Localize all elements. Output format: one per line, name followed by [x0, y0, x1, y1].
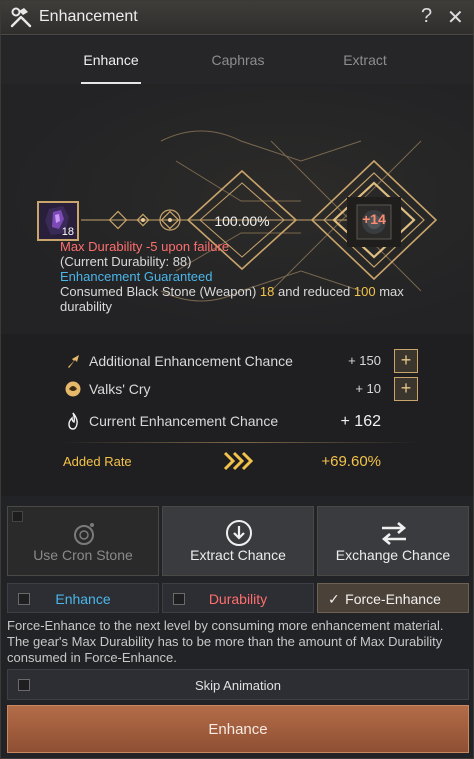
enhancement-info: Max Durability -5 upon failure (Current … [60, 239, 440, 314]
use-cron-stone-label: Use Cron Stone [33, 547, 133, 563]
enhancement-chance-panel: Additional Enhancement Chance + 150 + Va… [1, 334, 473, 496]
use-cron-stone-button[interactable]: Use Cron Stone [7, 506, 159, 576]
tab-enhance[interactable]: Enhance [56, 52, 166, 68]
triple-chevron-icon [223, 451, 254, 471]
add-valks-cry-button[interactable]: + [394, 377, 418, 401]
skip-animation-label: Skip Animation [195, 678, 281, 693]
enhance-button[interactable]: Enhance [7, 705, 469, 753]
valks-cry-row: Valks' Cry + 10 + [1, 376, 473, 402]
valks-cry-label: Valks' Cry [89, 381, 151, 397]
arrow-up-icon [68, 355, 79, 368]
extract-arrow-icon [226, 520, 252, 546]
divider [59, 442, 419, 443]
current-durability: (Current Durability: 88) [60, 254, 192, 269]
added-rate-value: +69.60% [321, 453, 381, 470]
stone-count: 18 [61, 226, 74, 238]
tab-extract[interactable]: Extract [310, 52, 420, 68]
black-stone-slot[interactable]: 18 [37, 201, 79, 241]
tab-caphras[interactable]: Caphras [183, 52, 293, 68]
skip-animation-toggle[interactable]: Skip Animation [7, 669, 469, 700]
window-title: Enhancement [39, 8, 138, 25]
extract-chance-button[interactable]: Extract Chance [162, 506, 314, 576]
exchange-chance-label: Exchange Chance [335, 547, 451, 563]
extract-chance-label: Extract Chance [190, 547, 286, 563]
current-chance-label: Current Enhancement Chance [89, 413, 279, 429]
hammer-wrench-icon [10, 7, 32, 28]
additional-chance-label: Additional Enhancement Chance [89, 353, 293, 369]
valks-cry-value: + 10 [355, 381, 381, 396]
enhance-button-label: Enhance [208, 721, 268, 738]
help-button[interactable]: ? [421, 5, 432, 28]
force-enhance-description: Force-Enhance to the next level by consu… [7, 618, 444, 665]
exchange-chance-button[interactable]: Exchange Chance [317, 506, 469, 576]
enhance-mode-options: Enhance Durability ✓ Force-Enhance [1, 581, 473, 615]
option-durability[interactable]: Durability [162, 583, 314, 613]
action-buttons: Use Cron Stone Extract Chance Exchange C… [1, 499, 473, 579]
option-enhance-label: Enhance [55, 591, 111, 607]
title-bar[interactable]: Enhancement ? ✕ [1, 1, 473, 35]
consumption-text: Consumed Black Stone (Weapon) 18 and red… [60, 284, 404, 314]
success-rate: 100.00% [214, 213, 270, 229]
target-level: +14 [362, 211, 386, 227]
additional-chance-row: Additional Enhancement Chance + 150 + [1, 348, 473, 374]
cron-stone-icon [74, 523, 94, 545]
current-chance-value: + 162 [340, 413, 381, 430]
additional-chance-value: + 150 [348, 353, 381, 368]
current-chance-row: Current Enhancement Chance + 162 [1, 408, 473, 434]
active-tab-indicator [81, 82, 141, 84]
enhancement-guaranteed: Enhancement Guaranteed [60, 269, 213, 284]
option-enhance[interactable]: Enhance [7, 583, 159, 613]
exchange-arrows-icon [381, 522, 407, 545]
consumed-stone-count: 18 [259, 284, 275, 299]
valks-icon [65, 381, 81, 397]
max-durability-warning: Max Durability -5 upon failure [60, 239, 230, 254]
option-force-enhance[interactable]: ✓ Force-Enhance [317, 583, 469, 613]
enhancement-window: Enhancement ? ✕ Enhance Caphras Extract [0, 0, 474, 759]
flame-icon [68, 412, 78, 430]
option-durability-label: Durability [208, 591, 268, 607]
cron-stone-checkbox[interactable] [12, 511, 23, 522]
add-additional-chance-button[interactable]: + [394, 349, 418, 373]
option-force-enhance-label: Force-Enhance [345, 591, 441, 607]
consumed-durability: 100 [353, 284, 376, 299]
tab-bar: Enhance Caphras Extract [1, 36, 473, 84]
close-button[interactable]: ✕ [447, 5, 464, 30]
added-rate-label: Added Rate [63, 454, 132, 469]
enhancement-preview: 18 100.00% +14 Max Durability -5 upon fa… [1, 85, 473, 333]
